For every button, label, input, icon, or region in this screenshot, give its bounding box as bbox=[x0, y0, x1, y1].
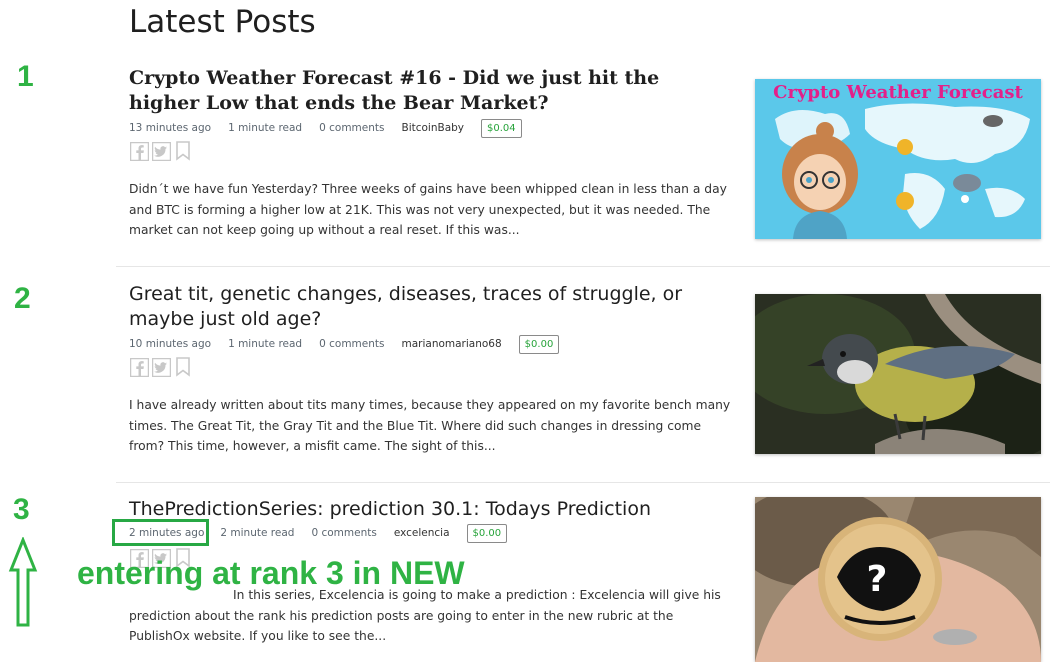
post-thumbnail[interactable]: Crypto Weather Forecast bbox=[755, 79, 1041, 239]
post-title-link[interactable]: Crypto Weather Forecast #16 - Did we jus… bbox=[129, 66, 729, 116]
comments-link[interactable]: 0 comments bbox=[311, 527, 376, 539]
divider bbox=[116, 266, 1050, 267]
author-link[interactable]: BitcoinBaby bbox=[401, 122, 464, 134]
post-thumbnail[interactable]: ? bbox=[755, 497, 1041, 662]
twitter-icon[interactable] bbox=[151, 357, 171, 377]
author-link[interactable]: excelencia bbox=[394, 527, 450, 539]
post-meta: 10 minutes ago 1 minute read 0 comments … bbox=[129, 333, 576, 355]
post-time: 10 minutes ago bbox=[129, 338, 212, 350]
comments-link[interactable]: 0 comments bbox=[319, 338, 384, 350]
divider bbox=[116, 482, 1050, 483]
share-buttons bbox=[129, 357, 193, 377]
read-time: 1 minute read bbox=[228, 338, 303, 350]
bookmark-icon[interactable] bbox=[173, 357, 193, 377]
price-badge: $0.00 bbox=[466, 523, 508, 543]
read-time: 1 minute read bbox=[228, 122, 303, 134]
arrow-up-icon bbox=[8, 535, 38, 633]
facebook-icon[interactable] bbox=[129, 357, 149, 377]
rank-number-3: 3 bbox=[13, 493, 30, 526]
post-thumbnail[interactable] bbox=[755, 294, 1041, 454]
thumb-caption: Crypto Weather Forecast bbox=[773, 82, 1023, 103]
post-title-link[interactable]: Great tit, genetic changes, diseases, tr… bbox=[129, 282, 729, 332]
twitter-icon[interactable] bbox=[151, 141, 171, 161]
annotation-text: entering at rank 3 in NEW bbox=[77, 555, 465, 591]
post-meta: 13 minutes ago 1 minute read 0 comments … bbox=[129, 117, 539, 139]
comments-link[interactable]: 0 comments bbox=[319, 122, 384, 134]
share-buttons bbox=[129, 141, 193, 161]
facebook-icon[interactable] bbox=[129, 141, 149, 161]
post-time: 13 minutes ago bbox=[129, 122, 212, 134]
price-badge: $0.00 bbox=[518, 334, 560, 354]
page-title: Latest Posts bbox=[129, 4, 316, 40]
question-mark-icon: ? bbox=[867, 559, 888, 600]
post-excerpt: In this series, Excelencia is going to m… bbox=[129, 588, 721, 643]
price-badge: $0.04 bbox=[481, 118, 522, 138]
rank-number-1: 1 bbox=[17, 60, 34, 93]
bookmark-icon[interactable] bbox=[173, 141, 193, 161]
read-time: 2 minute read bbox=[220, 527, 295, 539]
post-excerpt: Didn´t we have fun Yesterday? Three week… bbox=[129, 182, 727, 237]
post-excerpt: I have already written about tits many t… bbox=[129, 398, 731, 453]
rank-number-2: 2 bbox=[14, 282, 31, 315]
timestamp-highlight-box bbox=[112, 519, 209, 546]
author-link[interactable]: marianomariano68 bbox=[401, 338, 501, 350]
post-title-link[interactable]: ThePredictionSeries: prediction 30.1: To… bbox=[129, 497, 729, 522]
